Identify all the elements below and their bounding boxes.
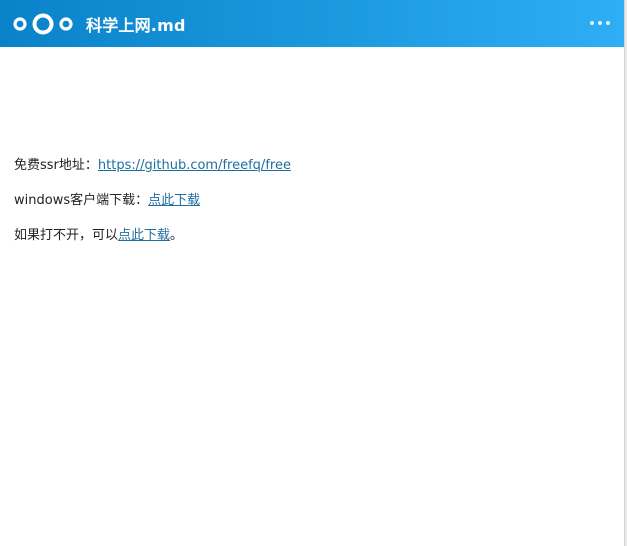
ssr-github-link[interactable]: https://github.com/freefq/free xyxy=(98,158,291,173)
fallback-suffix: 。 xyxy=(170,228,184,243)
more-options-button[interactable] xyxy=(590,15,610,31)
ssr-label: 免费ssr地址： xyxy=(14,158,98,173)
ellipsis-icon xyxy=(590,21,594,25)
fallback-download-link[interactable]: 点此下载 xyxy=(118,228,170,243)
viewer-header: 科学上网.md xyxy=(0,0,624,47)
windows-client-label: windows客户端下载： xyxy=(14,193,149,208)
ellipsis-icon xyxy=(606,21,610,25)
paragraph-ssr-address: 免费ssr地址：https://github.com/freefq/free xyxy=(14,157,604,174)
document-viewer-window: 科学上网.md 免费ssr地址：https://github.com/freef… xyxy=(0,0,627,546)
fallback-label: 如果打不开，可以 xyxy=(14,228,119,243)
paragraph-fallback: 如果打不开，可以点此下载。 xyxy=(14,227,604,244)
document-title: 科学上网.md xyxy=(86,15,186,35)
ellipsis-icon xyxy=(598,21,602,25)
nextcloud-logo-icon xyxy=(13,13,73,34)
windows-download-link[interactable]: 点此下载 xyxy=(148,193,200,208)
paragraph-windows-client: windows客户端下载：点此下载 xyxy=(14,192,604,209)
document-body: 免费ssr地址：https://github.com/freefq/free w… xyxy=(14,157,604,262)
